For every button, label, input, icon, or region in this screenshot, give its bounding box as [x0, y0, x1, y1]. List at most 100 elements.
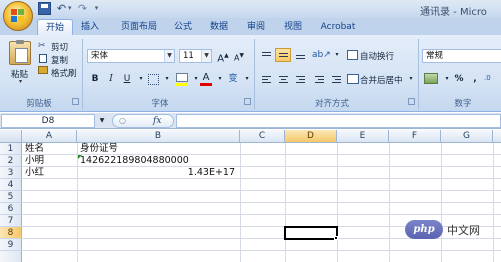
- increase-indent-button[interactable]: [328, 72, 344, 86]
- row-header-8[interactable]: 8: [0, 227, 22, 239]
- selected-cell-d8[interactable]: [284, 226, 338, 240]
- format-painter-button[interactable]: 格式刷: [51, 67, 77, 79]
- clipboard-launcher-icon[interactable]: [72, 98, 79, 105]
- copy-button[interactable]: 复制: [51, 54, 68, 66]
- alignment-launcher-icon[interactable]: [408, 98, 415, 105]
- column-header-c[interactable]: C: [240, 130, 285, 143]
- gridline: [22, 250, 501, 251]
- formula-input[interactable]: [176, 114, 501, 128]
- title-bar: ↶ ▾ ↷ ▾ 通讯录 - Micro: [0, 0, 501, 31]
- borders-dropdown-icon[interactable]: ▾: [160, 72, 174, 86]
- tab-insert[interactable]: 插入: [77, 19, 103, 35]
- percent-button[interactable]: %: [452, 72, 466, 86]
- cell-b1[interactable]: 身份证号: [78, 143, 240, 155]
- customize-quick-access-icon[interactable]: ▾: [90, 2, 103, 15]
- orientation-button[interactable]: ab↗: [311, 48, 331, 62]
- fill-color-icon[interactable]: [176, 73, 188, 82]
- formula-controls: ○ fx: [112, 114, 174, 128]
- tab-acrobat[interactable]: Acrobat: [315, 19, 361, 35]
- decrease-indent-button[interactable]: [311, 72, 327, 86]
- insert-function-button[interactable]: fx: [153, 115, 161, 128]
- tab-page-layout[interactable]: 页面布局: [113, 19, 165, 35]
- chevron-down-icon[interactable]: ▼: [201, 50, 211, 62]
- cut-button[interactable]: 剪切: [51, 41, 68, 53]
- increase-decimal-icon[interactable]: .0: [484, 74, 498, 84]
- tab-review[interactable]: 审阅: [243, 19, 269, 35]
- tab-view[interactable]: 视图: [280, 19, 306, 35]
- row-header-10[interactable]: [0, 251, 22, 262]
- copy-icon: [39, 54, 47, 63]
- column-header-h[interactable]: [493, 130, 501, 143]
- bold-button[interactable]: B: [88, 72, 102, 86]
- currency-icon[interactable]: [424, 73, 438, 84]
- chevron-down-icon[interactable]: ▼: [164, 50, 174, 62]
- align-left-button[interactable]: [258, 72, 274, 86]
- name-box-dropdown-icon[interactable]: ▼: [97, 114, 107, 128]
- font-name-combo[interactable]: 宋体 ▼: [87, 49, 175, 63]
- row-header-9[interactable]: 9: [0, 239, 22, 251]
- merge-center-button[interactable]: 合并后居中: [360, 74, 403, 86]
- underline-dropdown-icon[interactable]: ▾: [134, 72, 148, 86]
- window-title: 通讯录 - Micro: [420, 7, 487, 18]
- paste-dropdown-icon[interactable]: ▾: [19, 78, 22, 85]
- column-header-e[interactable]: E: [337, 130, 389, 143]
- column-header-f[interactable]: F: [389, 130, 441, 143]
- shrink-font-button[interactable]: A▼: [232, 49, 246, 63]
- undo-dropdown-icon[interactable]: ▾: [68, 4, 73, 13]
- phonetic-dropdown-icon[interactable]: ▾: [240, 72, 254, 86]
- row-header-5[interactable]: 5: [0, 191, 22, 203]
- cell-a3[interactable]: 小红: [23, 167, 77, 179]
- row-header-7[interactable]: 7: [0, 215, 22, 227]
- tab-formulas[interactable]: 公式: [170, 19, 196, 35]
- align-top-button[interactable]: [258, 48, 274, 62]
- grow-font-button[interactable]: A▲: [216, 49, 230, 64]
- font-color-dropdown-icon[interactable]: ▾: [213, 72, 227, 86]
- number-format-value: 常规: [426, 51, 444, 61]
- comma-button[interactable]: ,: [468, 72, 482, 86]
- row-header-3[interactable]: 3: [0, 167, 22, 179]
- column-header-d[interactable]: D: [285, 130, 337, 143]
- paste-icon[interactable]: [9, 40, 31, 65]
- orientation-dropdown-icon[interactable]: ▾: [330, 48, 344, 62]
- tab-data[interactable]: 数据: [206, 19, 232, 35]
- text-number-error-indicator[interactable]: [78, 155, 82, 159]
- font-launcher-icon[interactable]: [244, 98, 251, 105]
- number-group-label: 数字: [454, 99, 472, 109]
- underline-button[interactable]: U: [120, 72, 134, 86]
- borders-icon[interactable]: [148, 74, 159, 85]
- office-button[interactable]: [3, 1, 33, 31]
- row-header-1[interactable]: 1: [0, 143, 22, 155]
- cell-b3[interactable]: 1.43E+17: [78, 167, 237, 179]
- row-header-4[interactable]: 4: [0, 179, 22, 191]
- select-all-button[interactable]: [0, 130, 22, 143]
- gridline: [22, 190, 501, 191]
- align-middle-button[interactable]: [275, 48, 291, 62]
- align-bottom-button[interactable]: [292, 48, 308, 62]
- cell-a2[interactable]: 小明: [23, 155, 77, 167]
- watermark-text: 中文网: [447, 224, 480, 237]
- column-header-g[interactable]: G: [441, 130, 493, 143]
- merge-dropdown-icon[interactable]: ▾: [404, 72, 418, 86]
- phonetic-button[interactable]: 变: [226, 72, 240, 86]
- font-size-combo[interactable]: 11 ▼: [179, 49, 212, 63]
- tab-home[interactable]: 开始: [37, 19, 73, 35]
- row-header-6[interactable]: 6: [0, 203, 22, 215]
- align-center-button[interactable]: [275, 72, 291, 86]
- format-painter-icon: [38, 66, 48, 74]
- worksheet-grid: A B C D E F G 1 2 3 4 5 6 7 8 9 姓名 身份证号 …: [0, 130, 501, 262]
- align-right-button[interactable]: [292, 72, 308, 86]
- fill-handle[interactable]: [334, 236, 338, 240]
- wrap-text-icon: [347, 50, 358, 60]
- italic-button[interactable]: I: [104, 72, 118, 86]
- number-format-combo[interactable]: 常规: [422, 49, 501, 63]
- column-header-b[interactable]: B: [77, 130, 240, 143]
- wrap-text-button[interactable]: 自动换行: [360, 50, 394, 62]
- cell-b2[interactable]: 142622189804880000: [78, 155, 240, 167]
- save-icon[interactable]: [38, 2, 51, 15]
- name-box[interactable]: D8: [1, 114, 95, 128]
- column-header-a[interactable]: A: [22, 130, 77, 143]
- redo-icon[interactable]: ↷: [76, 2, 89, 15]
- row-header-2[interactable]: 2: [0, 155, 22, 167]
- cell-a1[interactable]: 姓名: [23, 143, 77, 155]
- undo-icon[interactable]: ↶: [55, 2, 68, 15]
